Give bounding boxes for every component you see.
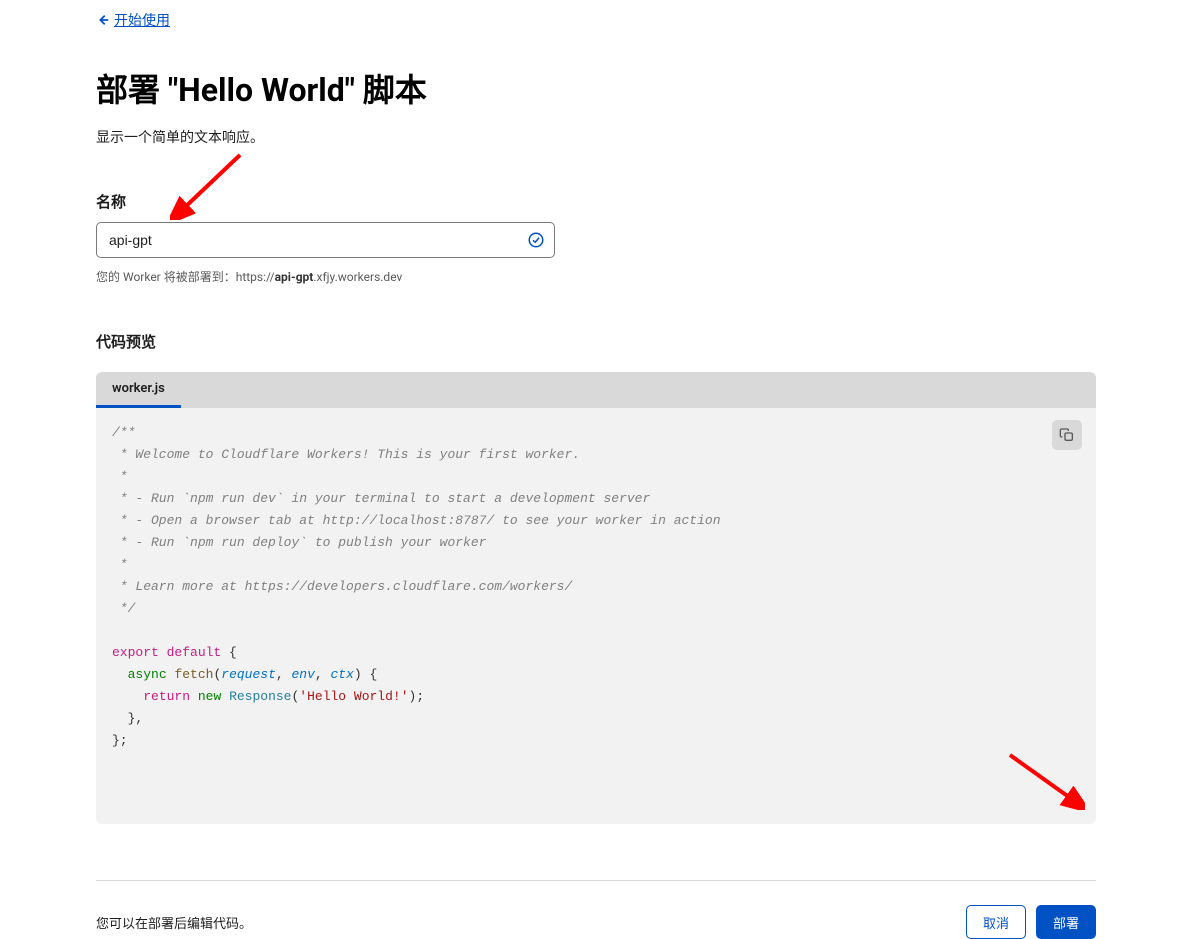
copy-code-button[interactable] [1052, 420, 1082, 450]
deploy-button[interactable]: 部署 [1036, 905, 1096, 939]
copy-icon [1059, 427, 1075, 443]
arrow-left-icon [96, 13, 110, 27]
back-link[interactable]: 开始使用 [96, 10, 170, 30]
code-comment-1: * Welcome to Cloudflare Workers! This is… [112, 447, 580, 462]
code-comment-2: * [112, 469, 128, 484]
code-comment-3: * - Run `npm run dev` in your terminal t… [112, 491, 650, 506]
code-panel: worker.js /** * Welcome to Cloudflare Wo… [96, 372, 1096, 824]
code-comment-7: * Learn more at https://developers.cloud… [112, 579, 572, 594]
back-link-label: 开始使用 [114, 10, 170, 30]
name-label: 名称 [96, 191, 1096, 212]
code-comment-0: /** [112, 425, 135, 440]
code-body: /** * Welcome to Cloudflare Workers! Thi… [96, 408, 1096, 824]
page-subtitle: 显示一个简单的文本响应。 [96, 127, 1096, 147]
footer-hint: 您可以在部署后编辑代码。 [96, 913, 252, 932]
page-title: 部署 "Hello World" 脚本 [96, 65, 1096, 111]
check-circle-icon [527, 231, 545, 249]
cancel-button[interactable]: 取消 [966, 905, 1026, 939]
code-comment-5: * - Run `npm run deploy` to publish your… [112, 535, 486, 550]
code-comment-4: * - Open a browser tab at http://localho… [112, 513, 721, 528]
code-comment-8: */ [112, 601, 135, 616]
deploy-url-hint: 您的 Worker 将被部署到：https://api-gpt.xfjy.wor… [96, 268, 1096, 285]
name-input[interactable] [96, 222, 555, 258]
footer-actions: 取消 部署 [966, 905, 1096, 939]
tab-worker-js[interactable]: worker.js [96, 372, 181, 408]
code-tab-bar: worker.js [96, 372, 1096, 408]
code-preview-title: 代码预览 [96, 331, 1096, 352]
name-input-wrapper [96, 222, 555, 258]
footer: 您可以在部署后编辑代码。 取消 部署 [96, 880, 1096, 939]
code-comment-6: * [112, 557, 128, 572]
